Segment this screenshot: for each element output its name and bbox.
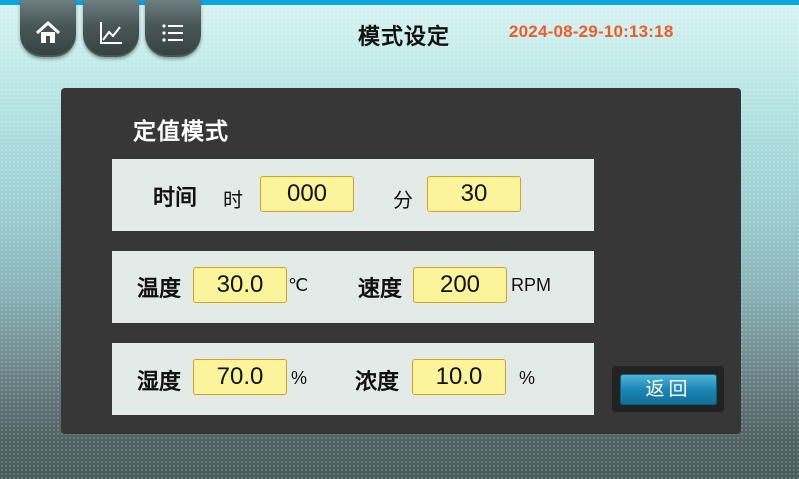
humidity-unit: % [291, 368, 308, 388]
temperature-unit: ℃ [288, 275, 309, 295]
list-button[interactable] [145, 0, 201, 57]
temperature-label: 温度 [137, 277, 182, 302]
chart-icon [100, 22, 122, 44]
page-title: 模式设定 [358, 25, 451, 50]
hour-input[interactable]: 000 [260, 176, 354, 212]
concentration-label: 浓度 [355, 370, 400, 395]
concentration-unit: % [519, 368, 536, 388]
home-button[interactable] [20, 0, 76, 57]
datetime-display: 2024-08-29-10:13:18 [509, 22, 674, 41]
humidity-input[interactable]: 70.0 [193, 359, 287, 395]
humidity-concentration-row: 湿度 70.0 % 浓度 10.0 % [112, 343, 594, 415]
panel-title: 定值模式 [133, 119, 229, 145]
home-icon [35, 21, 61, 43]
minute-input[interactable]: 30 [427, 176, 521, 212]
speed-unit: RPM [511, 275, 551, 295]
humidity-label: 湿度 [137, 370, 182, 395]
back-button[interactable]: 返回 [620, 374, 717, 405]
hour-label: 时 [223, 188, 243, 212]
time-label: 时间 [153, 186, 198, 211]
minute-label: 分 [393, 188, 413, 212]
speed-input[interactable]: 200 [413, 267, 507, 303]
speed-label: 速度 [358, 277, 403, 302]
time-row: 时间 时 000 分 30 [112, 159, 594, 231]
temp-speed-row: 温度 30.0 ℃ 速度 200 RPM [112, 251, 594, 323]
temperature-input[interactable]: 30.0 [193, 267, 287, 303]
concentration-input[interactable]: 10.0 [412, 359, 506, 395]
chart-button[interactable] [83, 0, 139, 57]
list-icon [162, 24, 183, 42]
